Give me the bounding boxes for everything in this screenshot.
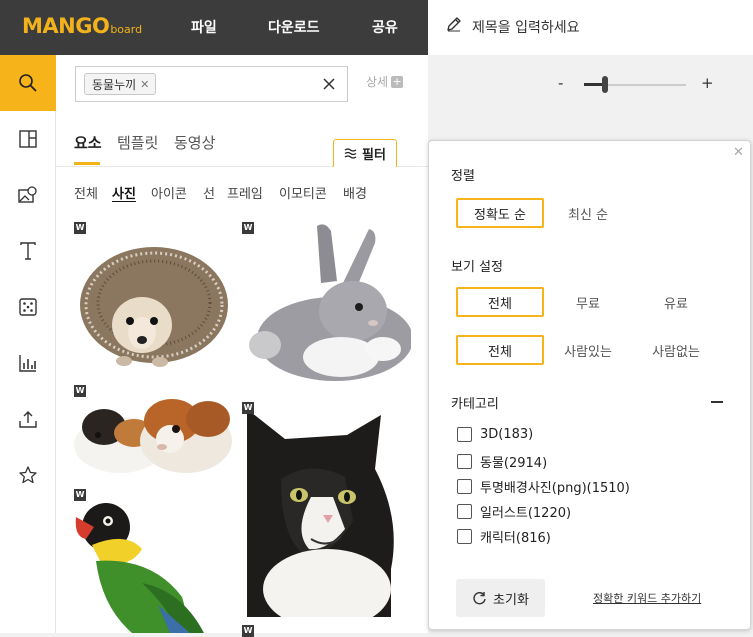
rabbit-image: [249, 224, 411, 381]
category-title: 카테고리: [451, 397, 499, 412]
subtab-line[interactable]: 선: [203, 183, 215, 202]
rail-element[interactable]: [0, 279, 56, 335]
watermark-badge: W: [74, 385, 86, 397]
subtab-all[interactable]: 전체: [74, 183, 98, 202]
template-icon: [19, 130, 37, 148]
rail-image[interactable]: [0, 167, 56, 223]
sort-accuracy-option[interactable]: 정확도 순: [456, 198, 544, 228]
collapse-icon[interactable]: [711, 401, 723, 403]
watermark-badge: W: [74, 489, 86, 501]
text-icon: [20, 242, 36, 260]
checkbox[interactable]: [457, 504, 472, 519]
subtab-photo[interactable]: 사진: [112, 183, 136, 202]
star-icon: [19, 466, 37, 484]
pencil-icon: [447, 17, 461, 32]
subtab-frame[interactable]: 프레임: [227, 183, 263, 202]
category-illustration[interactable]: 일러스트(1220): [457, 502, 571, 521]
menu-download[interactable]: 다운로드: [268, 17, 320, 37]
subtab-icon[interactable]: 아이콘: [151, 183, 187, 202]
watermark-badge: W: [242, 222, 254, 234]
people-with-option[interactable]: 사람있는: [544, 335, 632, 365]
refresh-icon: [473, 591, 486, 604]
category-3d[interactable]: 3D(183): [457, 427, 533, 442]
chip-remove-icon[interactable]: ✕: [140, 78, 149, 91]
detail-search-button[interactable]: 상세 +: [366, 73, 404, 90]
clear-icon[interactable]: [321, 76, 337, 92]
document-title-input[interactable]: 제목을 입력하세요: [472, 17, 580, 37]
subtab-background[interactable]: 배경: [343, 183, 367, 202]
watermark-badge: W: [242, 402, 254, 414]
filter-popup: ✕ 정렬 정확도 순 최신 순 보기 설정 전체 무료 유료 전체 사람있는 사…: [428, 140, 751, 630]
filter-button[interactable]: 필터: [333, 139, 397, 167]
price-all-option[interactable]: 전체: [456, 287, 544, 317]
category-animal[interactable]: 동물(2914): [457, 452, 547, 471]
photo-rabbit[interactable]: [241, 221, 411, 386]
watermark-badge: W: [74, 222, 86, 234]
photo-hedgehog[interactable]: [72, 221, 232, 376]
search-panel: 동물누끼 ✕ 상세 + 요소 템플릿 동영상 필터 전체 사진 아이콘 선 프레…: [56, 55, 428, 637]
close-icon[interactable]: ✕: [733, 145, 744, 160]
add-keyword-link[interactable]: 정확한 키워드 추가하기: [593, 590, 701, 606]
top-menu-bar: MANGO board 파일 다운로드 공유: [0, 0, 428, 55]
price-paid-option[interactable]: 유료: [632, 287, 720, 317]
category-character[interactable]: 캐릭터(816): [457, 527, 551, 546]
document-title-bar: 제목을 입력하세요: [428, 0, 753, 55]
rail-favorite[interactable]: [0, 447, 56, 503]
tab-templates[interactable]: 템플릿: [117, 132, 158, 153]
people-without-option[interactable]: 사람없는: [632, 335, 720, 365]
sort-title: 정렬: [451, 169, 475, 184]
menu-file[interactable]: 파일: [191, 17, 217, 37]
search-input[interactable]: 동물누끼 ✕: [75, 66, 348, 102]
menu-share[interactable]: 공유: [372, 17, 398, 37]
tab-videos[interactable]: 동영상: [174, 132, 215, 153]
checkbox[interactable]: [457, 427, 472, 442]
price-free-option[interactable]: 무료: [544, 287, 632, 317]
people-all-option[interactable]: 전체: [456, 335, 544, 365]
category-transparent-png[interactable]: 투명배경사진(png)(1510): [457, 477, 630, 496]
tab-active-indicator: [74, 162, 100, 165]
guinea-pigs-image: [74, 399, 232, 473]
upload-icon: [19, 411, 37, 428]
rail-template[interactable]: [0, 111, 56, 167]
watermark-badge: W: [242, 625, 254, 637]
rail-text[interactable]: [0, 223, 56, 279]
tab-elements[interactable]: 요소: [74, 132, 102, 153]
cat-image: [247, 409, 394, 617]
left-rail: [0, 55, 56, 633]
element-icon: [19, 298, 37, 316]
search-keyword-chip[interactable]: 동물누끼 ✕: [84, 73, 157, 95]
mangoboard-logo[interactable]: MANGO board: [22, 14, 142, 40]
zoom-slider-fill: [584, 83, 604, 86]
filter-icon: [344, 148, 357, 159]
search-icon: [19, 74, 37, 92]
checkbox[interactable]: [457, 454, 472, 469]
parrot-image: [75, 503, 204, 633]
plus-icon: +: [391, 74, 404, 88]
subtab-emoticon[interactable]: 이모티콘: [279, 183, 327, 202]
zoom-in-button[interactable]: +: [701, 74, 714, 92]
checkbox[interactable]: [457, 479, 472, 494]
rail-chart[interactable]: [0, 335, 56, 391]
view-settings-title: 보기 설정: [451, 260, 503, 275]
image-icon: [18, 186, 37, 203]
hedgehog-image: [80, 247, 228, 367]
photo-cat[interactable]: [241, 399, 411, 617]
rail-upload[interactable]: [0, 391, 56, 447]
zoom-out-button[interactable]: -: [558, 74, 563, 92]
checkbox[interactable]: [457, 529, 472, 544]
photo-guinea-pigs[interactable]: [72, 383, 232, 475]
chart-icon: [19, 355, 36, 372]
sort-latest-option[interactable]: 최신 순: [544, 198, 632, 228]
reset-button[interactable]: 초기화: [456, 579, 545, 617]
photo-parrot[interactable]: [72, 487, 232, 633]
rail-search[interactable]: [0, 55, 56, 111]
zoom-slider-handle[interactable]: [602, 76, 608, 93]
